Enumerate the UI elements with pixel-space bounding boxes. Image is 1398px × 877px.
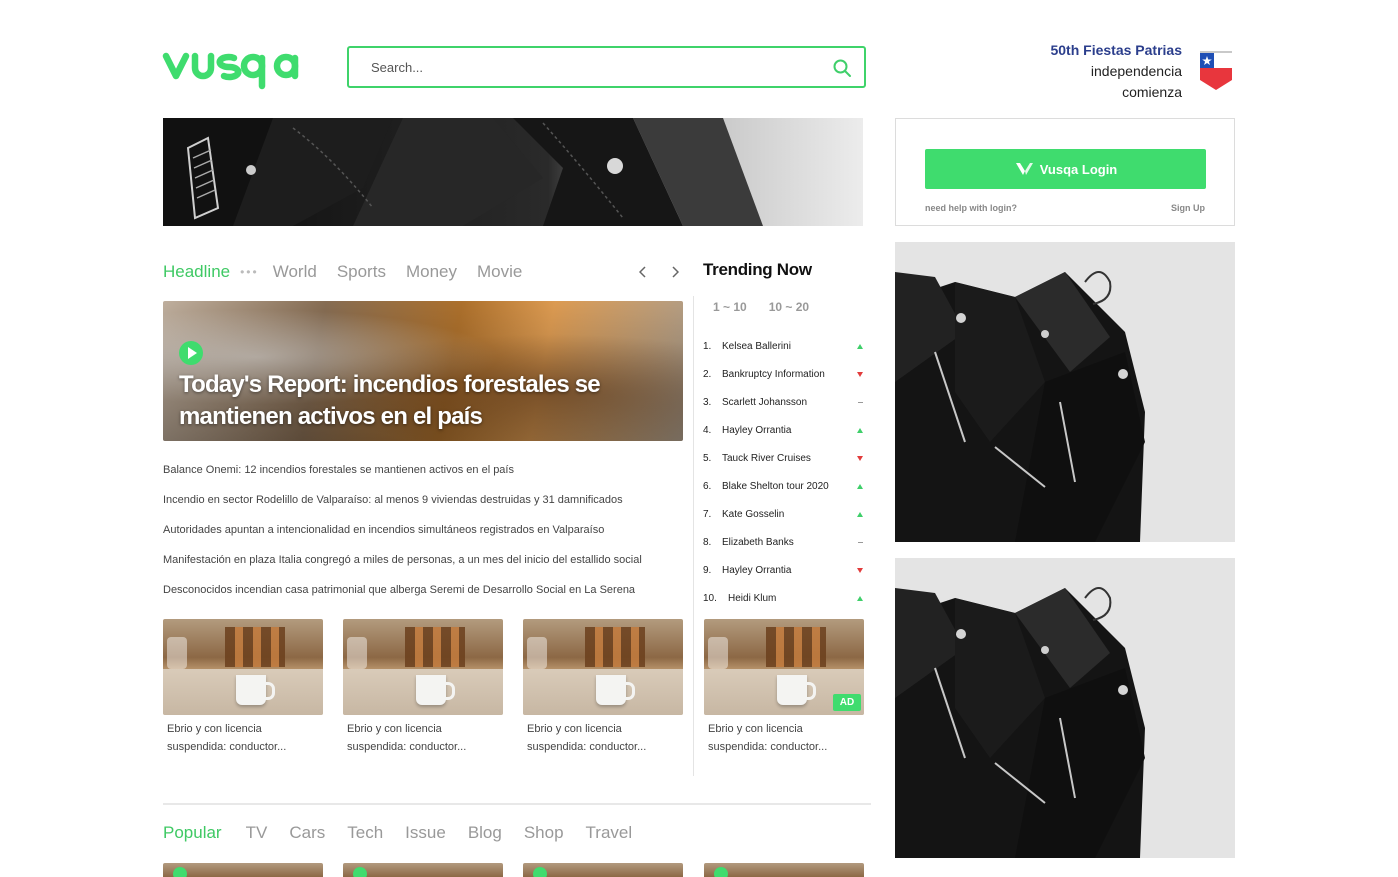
headline-item[interactable]: Balance Onemi: 12 incendios forestales s… [163,461,683,491]
play-icon[interactable] [179,341,203,365]
ad-badge: AD [833,694,861,711]
headline-item[interactable]: Manifestación en plaza Italia congregó a… [163,551,683,581]
headline-list: Balance Onemi: 12 incendios forestales s… [163,461,683,611]
trending-list: 1. Kelsea Ballerini 2. Bankruptcy Informat… [703,332,865,612]
trending-item[interactable]: 4. Hayley Orrantia [703,416,865,444]
vusqa-login-button[interactable]: Vusqa Login [925,149,1206,189]
trending-title: Trending Now [703,260,812,279]
tab-blog[interactable]: Blog [468,823,502,843]
thumb-image [163,619,323,715]
chevron-right-icon[interactable] [666,262,684,282]
thumb-card[interactable]: Ebrio y con licencia suspendida: conducto… [343,619,503,756]
thumb-card[interactable]: Ebrio y con licencia suspendida: conducto… [163,619,323,756]
trending-range-1-10[interactable]: 1 ~ 10 [713,300,747,314]
trending-item[interactable]: 1. Kelsea Ballerini [703,332,865,360]
popular-tabs: Popular TV Cars Tech Issue Blog Shop Tra… [163,823,654,843]
headline-item[interactable]: Desconocidos incendian casa patrimonial … [163,581,683,611]
section-divider [163,803,871,805]
login-help-link[interactable]: need help with login? [925,203,1017,213]
tab-world[interactable]: World [273,262,317,282]
category-tabs: Headline ••• World Sports Money Movie [163,260,542,284]
trending-item[interactable]: 10. Heidi Klum [703,584,865,612]
tab-shop[interactable]: Shop [524,823,564,843]
trend-up-icon [857,512,863,517]
thumb-image [523,619,683,715]
tab-sports[interactable]: Sports [337,262,386,282]
play-icon [533,867,547,877]
popular-thumb[interactable] [704,863,864,877]
column-divider [693,296,694,776]
trend-flat-icon [858,402,863,403]
promo-line-1: independencia [1090,63,1182,79]
thumb-caption[interactable]: Ebrio y con licencia suspendida: conducto… [523,720,683,756]
promo-text[interactable]: 50th Fiestas Patrias independencia comie… [962,40,1182,103]
chile-flag-icon[interactable] [1198,48,1234,92]
login-panel: Vusqa Login need help with login? Sign U… [895,118,1235,226]
tab-headline[interactable]: Headline [163,262,230,282]
thumbnail-row: Ebrio y con licencia suspendida: conducto… [163,619,865,759]
tab-tech[interactable]: Tech [347,823,383,843]
chevron-left-icon[interactable] [634,262,652,282]
trend-up-icon [857,428,863,433]
thumb-image [343,619,503,715]
featured-story[interactable]: Today's Report: incendios forestales se … [163,301,683,441]
trending-item[interactable]: 5. Tauck River Cruises [703,444,865,472]
tab-tv[interactable]: TV [246,823,268,843]
tab-money[interactable]: Money [406,262,457,282]
tab-popular[interactable]: Popular [163,823,222,843]
trending-item[interactable]: 8. Elizabeth Banks [703,528,865,556]
trend-down-icon [857,372,863,377]
login-button-label: Vusqa Login [1039,161,1118,177]
trend-down-icon [857,456,863,461]
tab-cars[interactable]: Cars [289,823,325,843]
search-icon[interactable] [832,58,852,78]
banner-ad-image[interactable] [163,118,863,226]
trending-item[interactable]: 6. Blake Shelton tour 2020 [703,472,865,500]
trend-flat-icon [858,542,863,543]
trend-up-icon [857,344,863,349]
headline-item[interactable]: Incendio en sector Rodelillo de Valparaí… [163,491,683,521]
trending-item[interactable]: 7. Kate Gosselin [703,500,865,528]
sidebar-ad-image[interactable] [895,242,1235,542]
more-dots-icon[interactable]: ••• [240,265,259,279]
thumb-caption[interactable]: Ebrio y con licencia suspendida: conducto… [343,720,503,756]
promo-title[interactable]: 50th Fiestas Patrias [962,40,1182,61]
vusqa-v-icon [1015,163,1033,175]
tab-nav-arrows [634,262,684,282]
trending-range-tabs: 1 ~ 10 10 ~ 20 [713,300,809,314]
popular-thumbnail-row [163,863,865,877]
thumb-caption[interactable]: Ebrio y con licencia suspendida: conducto… [163,720,323,756]
tab-movie[interactable]: Movie [477,262,522,282]
popular-thumb[interactable] [163,863,323,877]
popular-thumb[interactable] [523,863,683,877]
thumb-caption[interactable]: Ebrio y con licencia suspendida: conducto… [704,720,864,756]
thumb-image: AD [704,619,864,715]
sidebar-ad-image[interactable] [895,558,1235,858]
trending-item[interactable]: 9. Hayley Orrantia [703,556,865,584]
search-box [347,46,866,88]
promo-line-2: comienza [1122,84,1182,100]
play-icon [173,867,187,877]
thumb-card[interactable]: Ebrio y con licencia suspendida: conducto… [523,619,683,756]
popular-thumb[interactable] [343,863,503,877]
trend-down-icon [857,568,863,573]
trend-up-icon [857,484,863,489]
search-input[interactable] [371,57,811,77]
headline-item[interactable]: Autoridades apuntan a intencionalidad en… [163,521,683,551]
trending-item[interactable]: 2. Bankruptcy Information [703,360,865,388]
thumb-card[interactable]: AD Ebrio y con licencia suspendida: condu… [704,619,864,756]
tab-issue[interactable]: Issue [405,823,446,843]
trend-up-icon [857,596,863,601]
vusqa-logo[interactable] [162,44,304,92]
play-icon [714,867,728,877]
tab-travel[interactable]: Travel [586,823,633,843]
play-icon [353,867,367,877]
trending-item[interactable]: 3. Scarlett Johansson [703,388,865,416]
featured-title[interactable]: Today's Report: incendios forestales se … [179,369,649,433]
trending-range-10-20[interactable]: 10 ~ 20 [769,300,809,314]
sign-up-link[interactable]: Sign Up [1171,203,1205,213]
